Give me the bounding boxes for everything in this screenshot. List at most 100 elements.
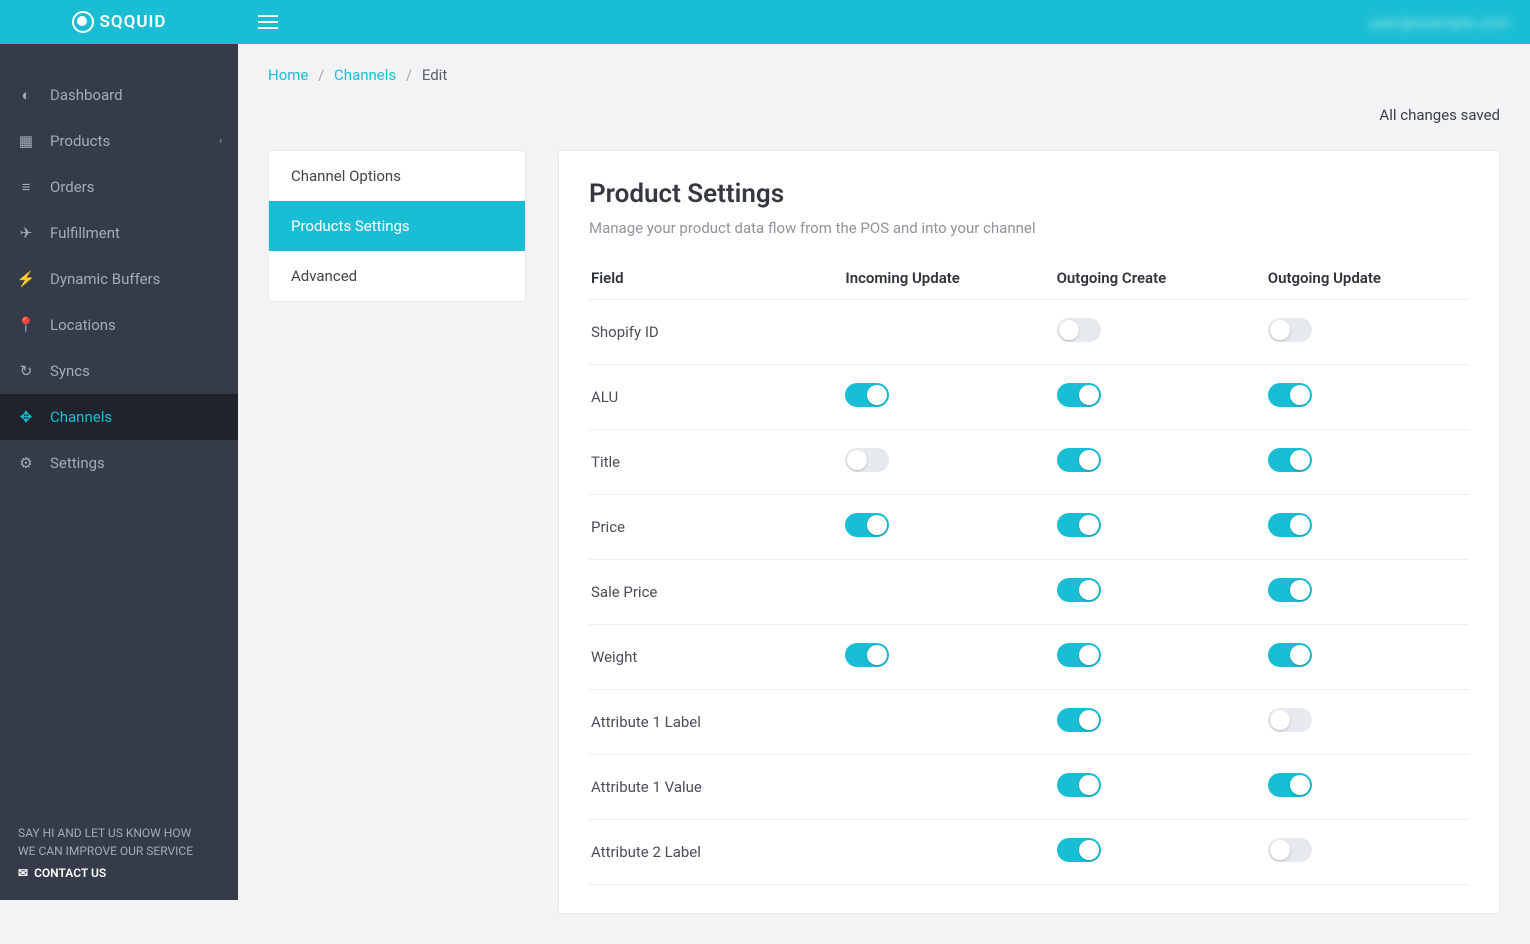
brand-logo-icon <box>72 11 94 33</box>
table-row: Title <box>589 430 1469 495</box>
toggle-outgoing-create[interactable] <box>1057 318 1101 342</box>
gear-icon: ⚙ <box>18 455 34 471</box>
table-row: Price <box>589 495 1469 560</box>
toggle-outgoing-create[interactable] <box>1057 708 1101 732</box>
contact-label: CONTACT US <box>34 864 106 882</box>
bolt-icon: ⚡ <box>18 271 34 287</box>
sidebar-item-locations[interactable]: 📍 Locations <box>0 302 238 348</box>
field-label: Attribute 2 Label <box>589 820 835 885</box>
list-icon: ≡ <box>18 179 34 195</box>
table-row: Sale Price <box>589 560 1469 625</box>
toggle-outgoing-update[interactable] <box>1268 513 1312 537</box>
field-label: Title <box>589 430 835 495</box>
sidebar-footer-line2: WE CAN IMPROVE OUR SERVICE <box>18 842 220 860</box>
pin-icon: 📍 <box>18 317 34 333</box>
toggle-outgoing-create[interactable] <box>1057 838 1101 862</box>
sidebar-item-syncs[interactable]: ↻ Syncs <box>0 348 238 394</box>
save-status: All changes saved <box>268 106 1500 124</box>
sidebar: SQQUID ◐ Dashboard ▦ Products ‹ ≡ Orders ✈ Fulfi… <box>0 0 238 900</box>
refresh-icon: ↻ <box>18 363 34 379</box>
field-label: ALU <box>589 365 835 430</box>
panel-title: Product Settings <box>589 179 1469 209</box>
contact-link[interactable]: ✉ CONTACT US <box>18 864 220 882</box>
subnav-item-products-settings[interactable]: Products Settings <box>269 201 525 251</box>
toggle-outgoing-update[interactable] <box>1268 773 1312 797</box>
sidebar-item-dashboard[interactable]: ◐ Dashboard <box>0 72 238 118</box>
main: Home / Channels / Edit All changes saved… <box>238 0 1530 944</box>
toggle-outgoing-update[interactable] <box>1268 383 1312 407</box>
toggle-outgoing-create[interactable] <box>1057 448 1101 472</box>
sidebar-nav: ◐ Dashboard ▦ Products ‹ ≡ Orders ✈ Fulfillment ⚡… <box>0 44 238 806</box>
table-row: Attribute 2 Label <box>589 820 1469 885</box>
field-label: Shopify ID <box>589 300 835 365</box>
mail-icon: ✉ <box>18 864 28 882</box>
panel-subtitle: Manage your product data flow from the P… <box>589 219 1469 237</box>
toggle-outgoing-create[interactable] <box>1057 383 1101 407</box>
subnav-item-channel-options[interactable]: Channel Options <box>269 151 525 201</box>
sidebar-item-label: Syncs <box>50 362 90 380</box>
subnav-item-advanced[interactable]: Advanced <box>269 251 525 301</box>
toggle-outgoing-create[interactable] <box>1057 773 1101 797</box>
toggle-outgoing-create[interactable] <box>1057 643 1101 667</box>
column-header: Field <box>589 257 835 300</box>
table-row: Attribute 1 Value <box>589 755 1469 820</box>
sidebar-item-dynamic-buffers[interactable]: ⚡ Dynamic Buffers <box>0 256 238 302</box>
column-header: Outgoing Create <box>1047 257 1258 300</box>
menu-toggle-icon[interactable] <box>258 15 278 29</box>
toggle-outgoing-update[interactable] <box>1268 643 1312 667</box>
sidebar-item-fulfillment[interactable]: ✈ Fulfillment <box>0 210 238 256</box>
sidebar-item-label: Products <box>50 132 110 150</box>
user-menu[interactable]: user@example.com <box>1368 13 1510 32</box>
sidebar-item-label: Orders <box>50 178 95 196</box>
field-label: Weight <box>589 625 835 690</box>
breadcrumb: Home / Channels / Edit <box>268 44 1500 106</box>
rocket-icon: ✈ <box>18 225 34 241</box>
sidebar-item-label: Settings <box>50 454 105 472</box>
field-label: Attribute 1 Label <box>589 690 835 755</box>
settings-subnav: Channel OptionsProducts SettingsAdvanced <box>268 150 526 302</box>
settings-panel: Product Settings Manage your product dat… <box>558 150 1500 914</box>
toggle-outgoing-create[interactable] <box>1057 513 1101 537</box>
toggle-outgoing-update[interactable] <box>1268 578 1312 602</box>
brand-text: SQQUID <box>100 12 167 32</box>
sidebar-item-settings[interactable]: ⚙ Settings <box>0 440 238 486</box>
toggle-outgoing-create[interactable] <box>1057 578 1101 602</box>
chevron-left-icon: ‹ <box>219 136 222 147</box>
sidebar-item-orders[interactable]: ≡ Orders <box>0 164 238 210</box>
toggle-outgoing-update[interactable] <box>1268 838 1312 862</box>
grid-icon: ▦ <box>18 133 34 149</box>
field-label: Price <box>589 495 835 560</box>
breadcrumb-channels[interactable]: Channels <box>334 66 396 84</box>
table-row: Weight <box>589 625 1469 690</box>
column-header: Incoming Update <box>835 257 1046 300</box>
field-label: Sale Price <box>589 560 835 625</box>
toggle-outgoing-update[interactable] <box>1268 448 1312 472</box>
sidebar-footer-line1: SAY HI AND LET US KNOW HOW <box>18 824 220 842</box>
topbar: user@example.com <box>238 0 1530 44</box>
sidebar-item-label: Fulfillment <box>50 224 120 242</box>
sidebar-footer: SAY HI AND LET US KNOW HOW WE CAN IMPROV… <box>0 806 238 900</box>
sidebar-item-label: Locations <box>50 316 116 334</box>
sidebar-item-channels[interactable]: ✥ Channels <box>0 394 238 440</box>
breadcrumb-home[interactable]: Home <box>268 66 308 84</box>
sidebar-item-label: Dashboard <box>50 86 123 104</box>
column-header: Outgoing Update <box>1258 257 1469 300</box>
toggle-incoming[interactable] <box>845 643 889 667</box>
table-row: Shopify ID <box>589 300 1469 365</box>
table-row: Attribute 1 Label <box>589 690 1469 755</box>
sidebar-item-products[interactable]: ▦ Products ‹ <box>0 118 238 164</box>
field-label: Attribute 1 Value <box>589 755 835 820</box>
toggle-incoming[interactable] <box>845 448 889 472</box>
breadcrumb-sep: / <box>318 66 324 84</box>
brand[interactable]: SQQUID <box>0 0 238 44</box>
toggle-outgoing-update[interactable] <box>1268 318 1312 342</box>
sidebar-item-label: Channels <box>50 408 112 426</box>
gauge-icon: ◐ <box>18 87 34 103</box>
settings-table: FieldIncoming UpdateOutgoing CreateOutgo… <box>589 257 1469 885</box>
toggle-incoming[interactable] <box>845 383 889 407</box>
toggle-incoming[interactable] <box>845 513 889 537</box>
arrows-icon: ✥ <box>18 409 34 425</box>
sidebar-item-label: Dynamic Buffers <box>50 270 160 288</box>
toggle-outgoing-update[interactable] <box>1268 708 1312 732</box>
breadcrumb-sep: / <box>406 66 412 84</box>
